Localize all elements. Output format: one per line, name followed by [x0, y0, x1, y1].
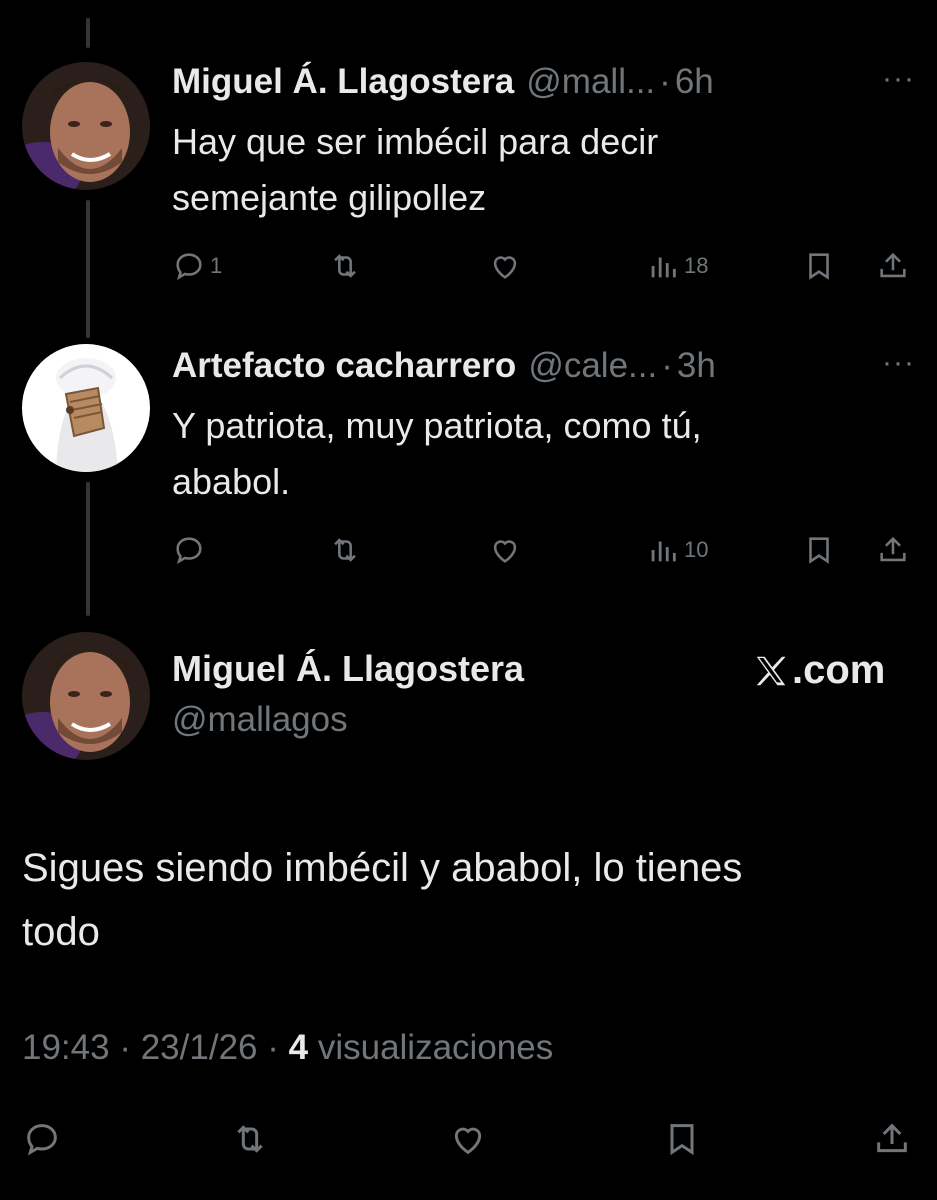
share-button[interactable] — [872, 1117, 912, 1161]
timestamp[interactable]: 6h — [675, 62, 714, 102]
retweet-button[interactable] — [328, 528, 362, 572]
like-icon — [454, 1127, 482, 1155]
tweet-meta: 19:43 · 23/1/26 · 4 visualizaciones — [22, 1028, 553, 1068]
views-icon — [651, 541, 676, 562]
like-button[interactable] — [488, 244, 522, 288]
bookmark-icon — [809, 253, 829, 280]
x-com-watermark: .com — [752, 648, 885, 693]
author-handle[interactable]: @mall... — [526, 62, 655, 102]
author-handle[interactable]: @mallagos — [172, 700, 348, 740]
tweet-time[interactable]: 19:43 — [22, 1028, 110, 1067]
tweet-text-line: ababol. — [172, 461, 291, 502]
bookmark-button[interactable] — [802, 528, 836, 572]
views-count: 18 — [684, 253, 709, 278]
thread-line-1 — [86, 200, 90, 338]
reply-button[interactable] — [172, 528, 210, 572]
separator: · — [119, 1028, 131, 1067]
retweet-icon — [334, 538, 356, 562]
retweet-button[interactable] — [230, 1117, 270, 1161]
views-icon — [651, 257, 676, 278]
x-logo-icon — [756, 656, 786, 685]
reply-header: Artefacto cacharrero @cale... · 3h — [172, 344, 716, 388]
like-button[interactable] — [488, 528, 522, 572]
more-options-button[interactable]: ··· — [882, 62, 915, 96]
views-count: 4 — [288, 1028, 309, 1067]
reply-button[interactable] — [22, 1117, 62, 1161]
separator: · — [661, 346, 673, 385]
action-bar: 10 — [172, 528, 912, 572]
tweet-text: Hay que ser imbécil para decir semejante… — [172, 114, 872, 226]
tweet-text-line: Sigues siendo imbécil y ababol, lo tiene… — [22, 846, 743, 890]
tweet-date[interactable]: 23/1/26 — [141, 1028, 258, 1067]
share-icon — [880, 536, 906, 562]
retweet-icon — [237, 1125, 263, 1153]
views-count: 10 — [684, 537, 709, 562]
tweet-text: Sigues siendo imbécil y ababol, lo tiene… — [22, 836, 922, 964]
x-com-text: .com — [792, 648, 886, 692]
bookmark-icon — [670, 1124, 694, 1156]
tweet-text: Y patriota, muy patriota, como tú, ababo… — [172, 398, 872, 510]
like-button[interactable] — [448, 1117, 488, 1161]
tweet-text-line: semejante gilipollez — [172, 177, 487, 218]
author-name[interactable]: Miguel Á. Llagostera — [172, 648, 524, 690]
bookmark-button[interactable] — [802, 244, 836, 288]
thread-line-top — [86, 18, 90, 48]
like-icon — [493, 540, 517, 563]
author-name[interactable]: Miguel Á. Llagostera — [172, 62, 514, 102]
bookmark-icon — [809, 537, 829, 564]
reply-button[interactable]: 1 — [172, 244, 222, 288]
tweet-text-line: Y patriota, muy patriota, como tú, — [172, 405, 702, 446]
share-icon — [877, 1123, 907, 1153]
thread-line-2 — [86, 482, 90, 616]
retweet-icon — [334, 254, 356, 278]
reply-icon — [176, 537, 202, 564]
separator: · — [659, 62, 671, 101]
views-button[interactable]: 18 — [646, 244, 708, 288]
separator: · — [267, 1028, 279, 1067]
retweet-button[interactable] — [328, 244, 362, 288]
more-options-button[interactable]: ··· — [882, 346, 915, 380]
main-action-bar — [22, 1117, 917, 1161]
bookmark-button[interactable] — [662, 1117, 702, 1161]
tweet-text-line: todo — [22, 910, 100, 954]
views-button[interactable]: 10 — [646, 528, 708, 572]
avatar[interactable] — [22, 632, 150, 760]
tweet-text-line: Hay que ser imbécil para decir — [172, 121, 659, 162]
action-bar: 1 18 — [172, 244, 912, 288]
reply-header: Miguel Á. Llagostera @mall... · 6h — [172, 60, 714, 104]
share-button[interactable] — [876, 528, 910, 572]
author-handle[interactable]: @cale... — [528, 346, 657, 386]
avatar[interactable] — [22, 62, 150, 190]
share-icon — [880, 252, 906, 278]
views-label[interactable]: visualizaciones — [318, 1028, 553, 1067]
like-icon — [493, 256, 517, 279]
reply-count: 1 — [210, 253, 223, 278]
reply-icon — [176, 253, 202, 280]
avatar[interactable] — [22, 344, 150, 472]
share-button[interactable] — [876, 244, 910, 288]
timestamp[interactable]: 3h — [677, 346, 716, 386]
reply-icon — [27, 1124, 57, 1156]
author-name[interactable]: Artefacto cacharrero — [172, 346, 516, 386]
